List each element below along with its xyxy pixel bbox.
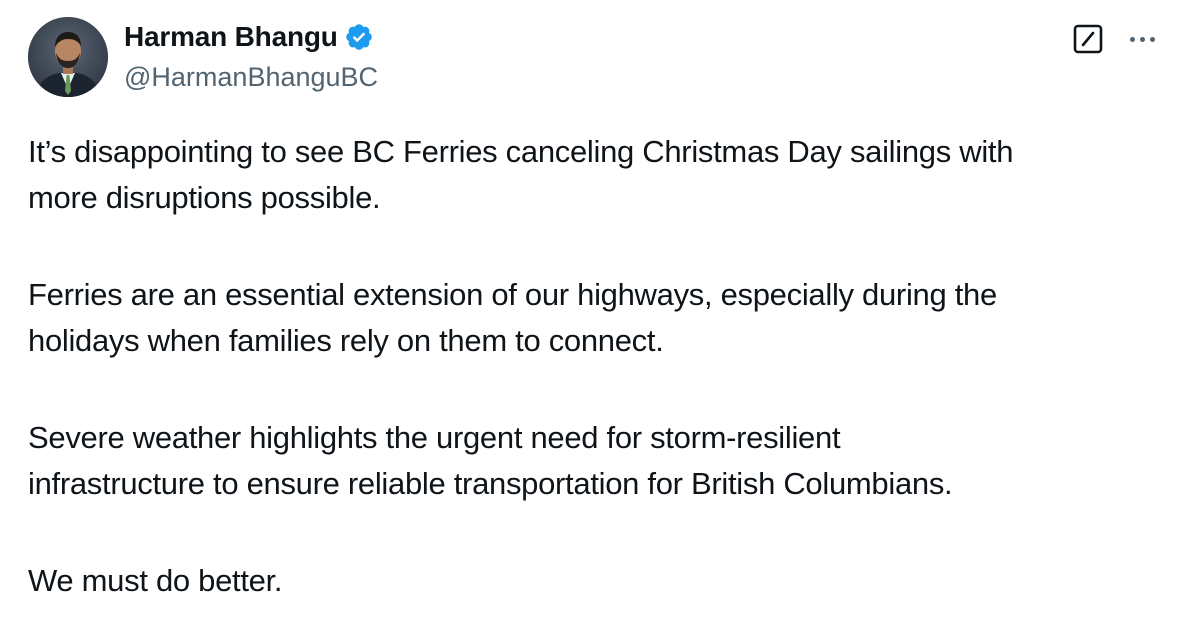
tweet-line: Severe weather highlights the urgent nee… <box>28 420 841 455</box>
display-name[interactable]: Harman Bhangu <box>124 20 338 54</box>
verified-badge-icon <box>345 24 372 50</box>
tweet-line: It’s disappointing to see BC Ferries can… <box>28 134 1014 169</box>
tweet-line: holidays when families rely on them to c… <box>28 323 664 358</box>
grok-button[interactable] <box>1072 23 1104 55</box>
more-horizontal-icon <box>1129 36 1135 42</box>
tweet-text: It’s disappointing to see BC Ferries can… <box>28 129 1168 604</box>
tweet-card: Harman Bhangu @HarmanBhanguBC It’s disap… <box>0 0 1182 623</box>
tweet-line: infrastructure to ensure reliable transp… <box>28 466 953 501</box>
tweet-line: Ferries are an essential extension of ou… <box>28 277 997 312</box>
profile-photo-icon <box>28 17 108 97</box>
grok-icon <box>1073 24 1103 54</box>
tweet-line: We must do better. <box>28 563 283 598</box>
author-name-row: Harman Bhangu <box>124 20 374 54</box>
more-options-button[interactable] <box>1124 23 1160 55</box>
author-handle[interactable]: @HarmanBhanguBC <box>124 60 378 94</box>
avatar[interactable] <box>28 17 108 97</box>
tweet-line: more disruptions possible. <box>28 180 381 215</box>
